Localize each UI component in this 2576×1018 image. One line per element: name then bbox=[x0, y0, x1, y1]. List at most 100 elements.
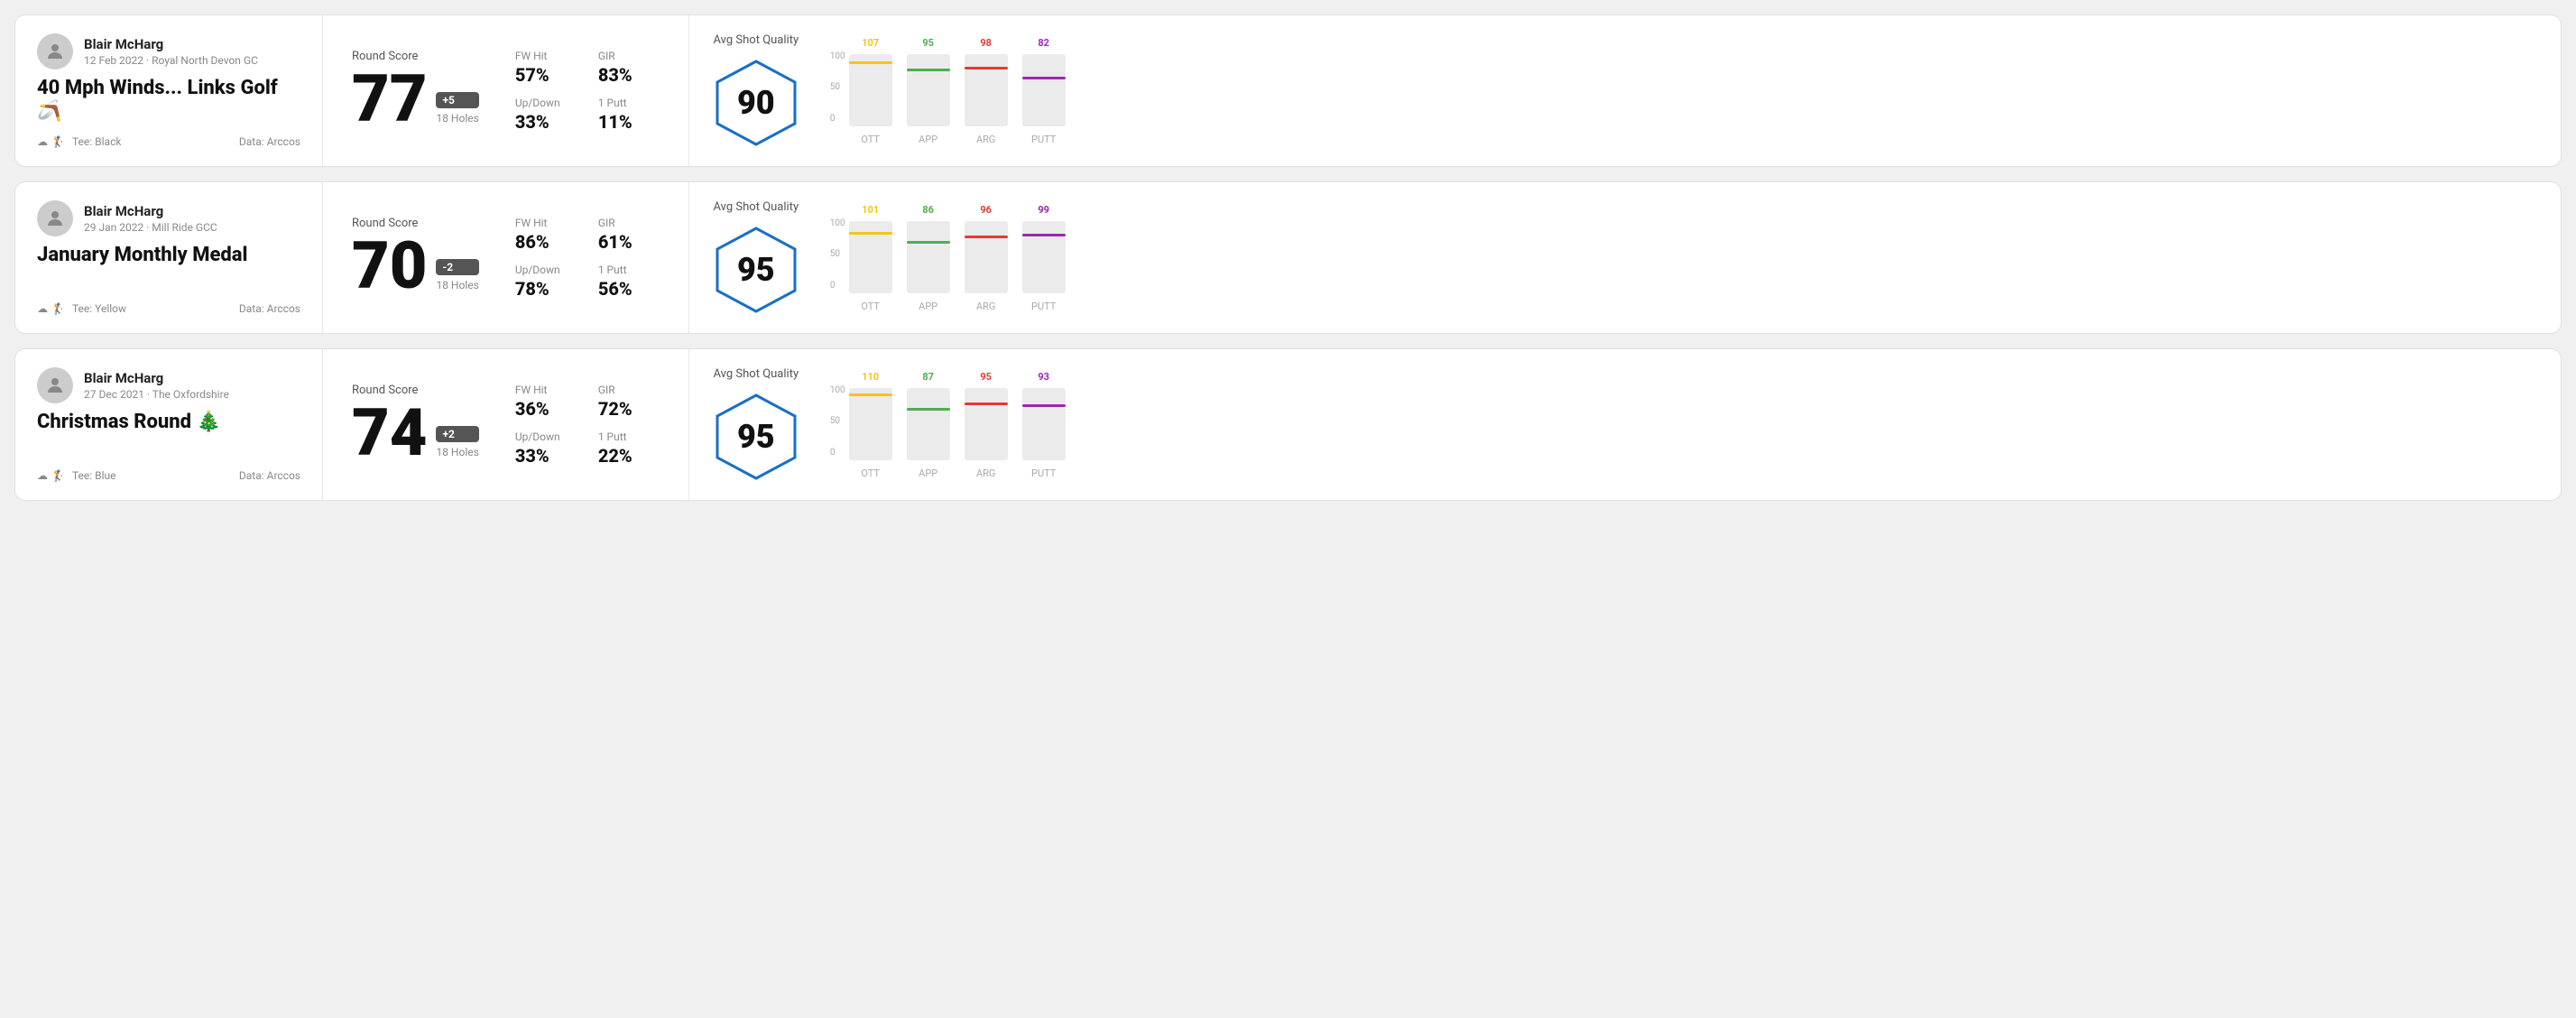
avg-shot-quality-label: Avg Shot Quality bbox=[714, 367, 799, 381]
bar-group-ott: 107 OTT bbox=[849, 37, 892, 145]
y-label-50: 50 bbox=[830, 416, 845, 426]
avg-shot-quality-label: Avg Shot Quality bbox=[714, 200, 799, 214]
bar-group-ott: 110 OTT bbox=[849, 371, 892, 479]
score-badge: +2 bbox=[436, 426, 478, 442]
stats-row-top: FW Hit 86% GIR 61% bbox=[515, 217, 660, 253]
bar-group-arg: 98 ARG bbox=[965, 37, 1008, 145]
hexagon-section: Avg Shot Quality 90 bbox=[711, 33, 801, 148]
avg-shot-quality-label: Avg Shot Quality bbox=[714, 33, 799, 47]
stats-section: FW Hit 86% GIR 61% Up/Down 78% 1 Putt bbox=[515, 217, 660, 300]
player-info: Blair McHarg 29 Jan 2022 · Mill Ride GCC bbox=[84, 203, 217, 234]
bar-group-putt: 93 PUTT bbox=[1022, 371, 1066, 479]
updown-value: 78% bbox=[515, 278, 569, 300]
oneputt-label: 1 Putt bbox=[598, 430, 652, 443]
fw-hit-value: 36% bbox=[515, 398, 569, 420]
stats-section: FW Hit 57% GIR 83% Up/Down 33% 1 Putt bbox=[515, 50, 660, 133]
data-source: Data: Arccos bbox=[239, 135, 300, 148]
bar-group-arg: 96 ARG bbox=[965, 204, 1008, 312]
updown-value: 33% bbox=[515, 111, 569, 133]
bar-value-arg: 98 bbox=[980, 37, 992, 49]
stats-row-top: FW Hit 57% GIR 83% bbox=[515, 50, 660, 86]
y-label-0: 0 bbox=[830, 281, 845, 291]
score-badge: +5 bbox=[436, 92, 478, 108]
stat-fw-hit: FW Hit 57% bbox=[515, 50, 569, 86]
weather-icon: ☁ bbox=[37, 135, 48, 148]
tee-label: Tee: Yellow bbox=[72, 302, 126, 315]
bar-group-app: 95 APP bbox=[907, 37, 950, 145]
player-info: Blair McHarg 27 Dec 2021 · The Oxfordshi… bbox=[84, 370, 229, 401]
round-card-round-2: Blair McHarg 29 Jan 2022 · Mill Ride GCC… bbox=[14, 181, 2562, 334]
bar-value-putt: 82 bbox=[1038, 37, 1049, 49]
bar-group-app: 87 APP bbox=[907, 371, 950, 479]
stats-section: FW Hit 36% GIR 72% Up/Down 33% 1 Putt bbox=[515, 384, 660, 467]
round-title: January Monthly Medal bbox=[37, 244, 300, 267]
fw-hit-label: FW Hit bbox=[515, 384, 569, 396]
stat-gir: GIR 83% bbox=[598, 50, 652, 86]
y-label-50: 50 bbox=[830, 249, 845, 259]
y-label-0: 0 bbox=[830, 448, 845, 458]
hexagon: 95 bbox=[711, 392, 801, 482]
stats-row-bottom: Up/Down 33% 1 Putt 11% bbox=[515, 97, 660, 133]
fw-hit-value: 86% bbox=[515, 231, 569, 253]
bar-chart-section: 100 50 0 107 OTT 95 APP bbox=[830, 37, 2539, 145]
oneputt-value: 11% bbox=[598, 111, 652, 133]
bar-value-ott: 107 bbox=[862, 37, 879, 49]
stat-gir: GIR 72% bbox=[598, 384, 652, 420]
score-section: Round Score 74 +2 18 Holes bbox=[352, 384, 479, 466]
bar-label-putt: PUTT bbox=[1031, 134, 1056, 145]
player-date: 27 Dec 2021 · The Oxfordshire bbox=[84, 388, 229, 401]
y-label-50: 50 bbox=[830, 82, 845, 92]
player-date: 29 Jan 2022 · Mill Ride GCC bbox=[84, 221, 217, 234]
stat-updown: Up/Down 33% bbox=[515, 430, 569, 467]
stat-oneputt: 1 Putt 22% bbox=[598, 430, 652, 467]
tee-icons: ☁ 🏌 bbox=[37, 469, 65, 482]
score-badge-col: +5 18 Holes bbox=[436, 92, 478, 132]
bar-value-ott: 101 bbox=[862, 204, 879, 216]
score-section: Round Score 70 -2 18 Holes bbox=[352, 217, 479, 299]
y-label-100: 100 bbox=[830, 51, 845, 61]
score-badge-col: +2 18 Holes bbox=[436, 426, 478, 466]
bar-label-arg: ARG bbox=[976, 301, 995, 312]
score-number: 77 bbox=[352, 67, 427, 132]
card-footer: ☁ 🏌 Tee: Blue Data: Arccos bbox=[37, 469, 300, 482]
stat-oneputt: 1 Putt 56% bbox=[598, 264, 652, 300]
score-row: 70 -2 18 Holes bbox=[352, 234, 479, 299]
player-header: Blair McHarg 12 Feb 2022 · Royal North D… bbox=[37, 33, 300, 69]
avatar bbox=[37, 200, 73, 236]
gir-label: GIR bbox=[598, 384, 652, 396]
tee-info: ☁ 🏌 Tee: Black bbox=[37, 135, 121, 148]
player-name: Blair McHarg bbox=[84, 370, 229, 386]
bar-value-putt: 99 bbox=[1038, 204, 1049, 216]
card-right: Avg Shot Quality 95 100 50 0 101 bbox=[689, 182, 2561, 333]
oneputt-label: 1 Putt bbox=[598, 97, 652, 109]
bar-label-putt: PUTT bbox=[1031, 467, 1056, 479]
updown-label: Up/Down bbox=[515, 264, 569, 276]
oneputt-value: 22% bbox=[598, 445, 652, 467]
tee-label: Tee: Black bbox=[72, 135, 121, 148]
tee-info: ☁ 🏌 Tee: Yellow bbox=[37, 302, 126, 315]
score-row: 74 +2 18 Holes bbox=[352, 401, 479, 466]
fw-hit-value: 57% bbox=[515, 64, 569, 86]
golf-bag-icon: 🏌 bbox=[51, 469, 65, 482]
hexagon: 90 bbox=[711, 58, 801, 148]
gir-label: GIR bbox=[598, 217, 652, 229]
bar-group-arg: 95 ARG bbox=[965, 371, 1008, 479]
player-date: 12 Feb 2022 · Royal North Devon GC bbox=[84, 54, 258, 67]
bar-value-app: 95 bbox=[922, 37, 934, 49]
weather-icon: ☁ bbox=[37, 302, 48, 315]
data-source: Data: Arccos bbox=[239, 302, 300, 315]
stat-gir: GIR 61% bbox=[598, 217, 652, 253]
gir-value: 72% bbox=[598, 398, 652, 420]
golf-bag-icon: 🏌 bbox=[51, 302, 65, 315]
bar-value-app: 86 bbox=[922, 204, 934, 216]
score-section: Round Score 77 +5 18 Holes bbox=[352, 50, 479, 132]
player-info: Blair McHarg 12 Feb 2022 · Royal North D… bbox=[84, 36, 258, 67]
bar-label-app: APP bbox=[919, 301, 937, 312]
score-number: 70 bbox=[352, 234, 427, 299]
tee-icons: ☁ 🏌 bbox=[37, 135, 65, 148]
bar-value-arg: 96 bbox=[980, 204, 992, 216]
gir-value: 61% bbox=[598, 231, 652, 253]
tee-icons: ☁ 🏌 bbox=[37, 302, 65, 315]
bar-chart-section: 100 50 0 101 OTT 86 APP bbox=[830, 204, 2539, 312]
card-left: Blair McHarg 29 Jan 2022 · Mill Ride GCC… bbox=[15, 182, 322, 333]
